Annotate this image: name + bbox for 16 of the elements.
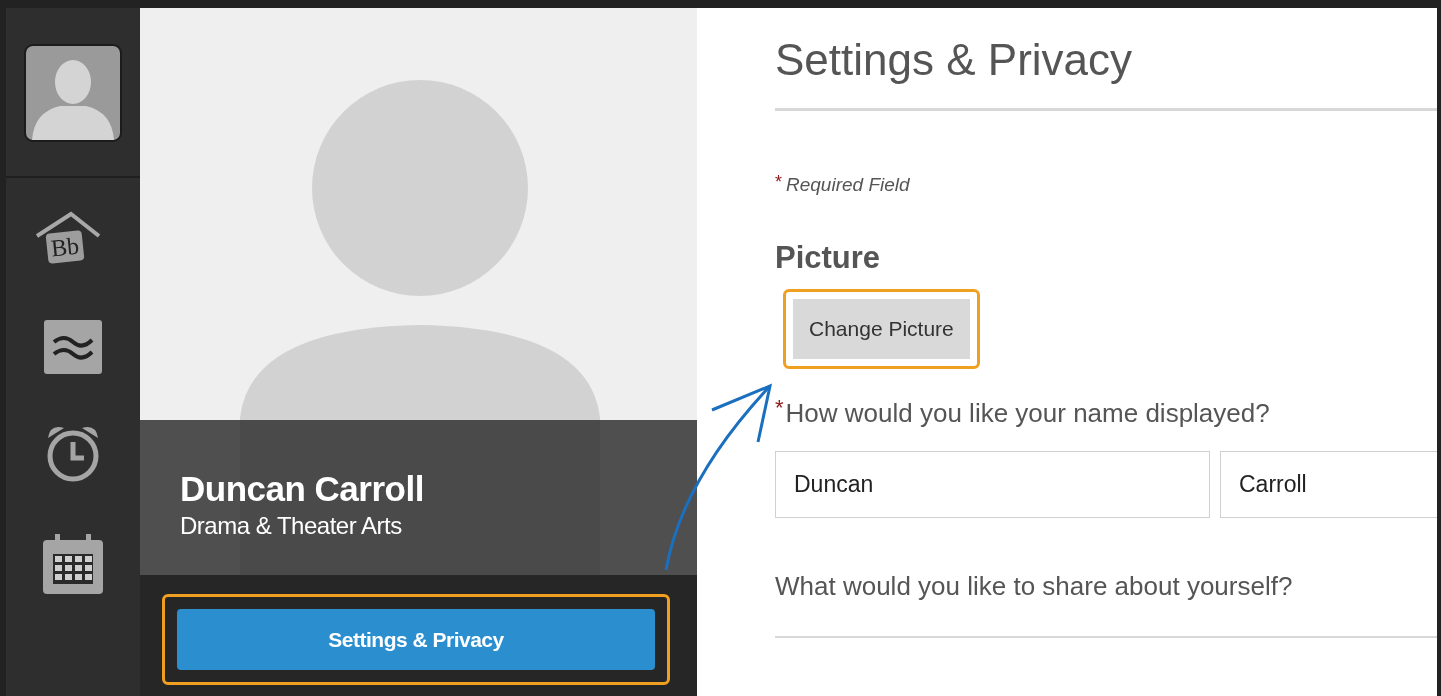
waves-icon[interactable] — [44, 320, 102, 374]
profile-department: Drama & Theater Arts — [180, 510, 403, 541]
calendar-icon[interactable] — [41, 532, 105, 596]
page-title: Settings & Privacy — [775, 34, 1134, 86]
section-heading: Picture — [775, 239, 882, 277]
name-input-field[interactable]: Carroll — [1220, 451, 1437, 518]
required-asterisk: * — [775, 173, 782, 191]
name-input-field[interactable]: Duncan — [775, 451, 1210, 518]
change-picture-button[interactable]: Change Picture — [793, 299, 970, 359]
required-asterisk: * — [775, 397, 784, 419]
question-label: How would you like your name displayed? — [785, 397, 1270, 429]
profile-name: Duncan Carroll — [180, 467, 425, 510]
question-label: What would you like to share about yourself? — [775, 570, 1293, 602]
settings-privacy-button[interactable]: Settings & Privacy — [177, 609, 655, 670]
required-field-note: Required Field — [786, 173, 910, 197]
avatar-icon[interactable] — [24, 44, 122, 142]
